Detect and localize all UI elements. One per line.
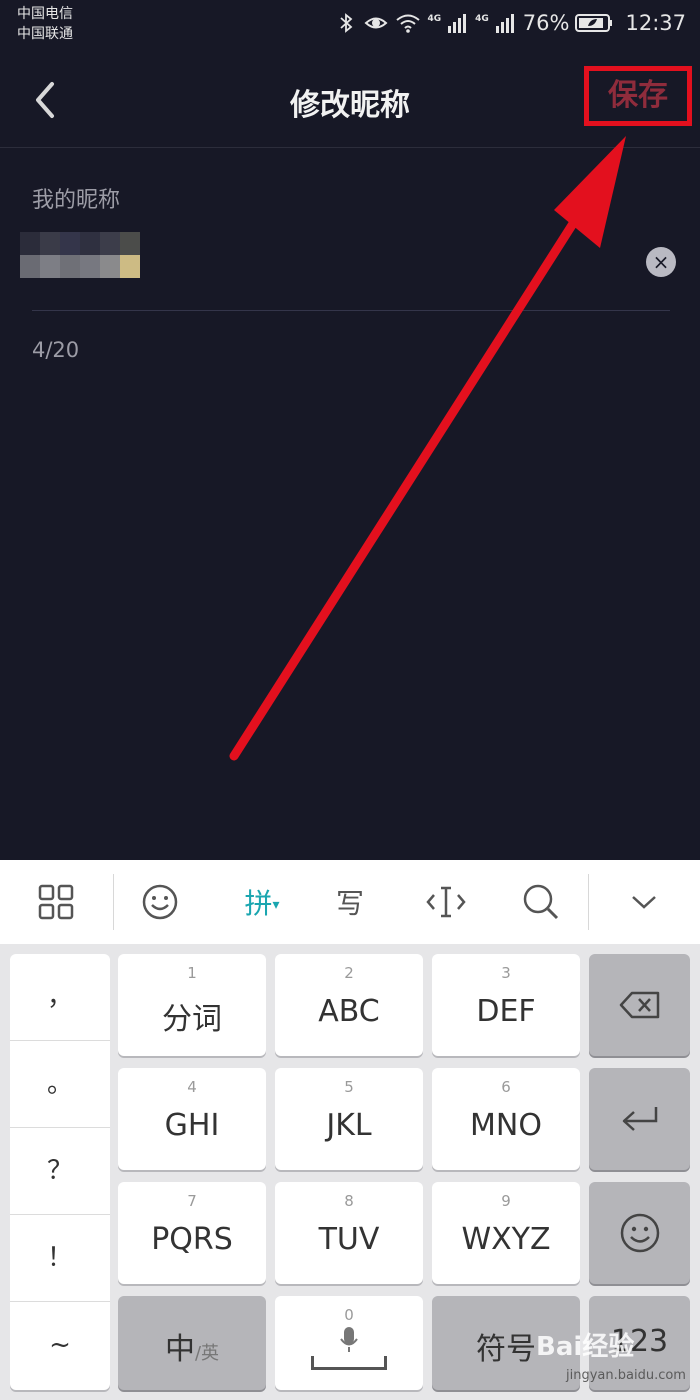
carrier-info: 中国电信 中国联通 xyxy=(17,4,73,44)
key-6[interactable]: 6 MNO xyxy=(432,1068,580,1170)
key-label: DEF xyxy=(476,994,536,1029)
smiley-icon xyxy=(142,884,178,920)
network-label-1: 4G xyxy=(427,13,442,24)
keyboard-toolbar: 拼▾ 写 xyxy=(0,860,700,944)
key-number: 6 xyxy=(501,1078,511,1096)
cursor-icon xyxy=(426,886,466,918)
lang-label: 中/英 xyxy=(118,1324,266,1368)
watermark-url: jingyan.baidu.com xyxy=(566,1368,686,1383)
eye-icon xyxy=(364,17,388,29)
pinyin-mode-button[interactable]: 拼▾ xyxy=(226,860,298,944)
watermark-logo: Bai经验 xyxy=(536,1332,635,1362)
key-number: 3 xyxy=(501,964,511,982)
character-counter: 4/20 xyxy=(32,338,80,362)
clock: 12:37 xyxy=(625,11,686,35)
dropdown-caret-icon: ▾ xyxy=(272,897,280,913)
carrier-2: 中国联通 xyxy=(17,26,73,42)
emoji-icon-wrap xyxy=(589,1182,690,1284)
key-9[interactable]: 9 WXYZ xyxy=(432,1182,580,1284)
key-label: 分词 xyxy=(162,1002,222,1037)
key-label: WXYZ xyxy=(461,1222,551,1257)
key-number: 1 xyxy=(187,964,197,982)
status-bar: 中国电信 中国联通 4G 4G 76% 12:37 xyxy=(0,0,700,50)
app-header: 修改昵称 保存 xyxy=(0,50,700,148)
key-3[interactable]: 3 DEF xyxy=(432,954,580,1056)
nickname-input[interactable] xyxy=(20,232,630,280)
grid-icon xyxy=(38,884,74,920)
enter-icon xyxy=(622,1107,657,1131)
key-7[interactable]: 7 PQRS xyxy=(118,1182,266,1284)
punctuation-key[interactable]: 。 xyxy=(10,1041,110,1128)
enter-key[interactable] xyxy=(589,1068,690,1170)
key-label: ABC xyxy=(318,994,380,1029)
toolbar-separator xyxy=(113,874,114,930)
cursor-move-button[interactable] xyxy=(410,860,482,944)
battery-percent: 76% xyxy=(522,11,570,35)
handwrite-button[interactable]: 写 xyxy=(314,860,386,944)
backspace-icon xyxy=(619,991,659,1019)
apps-grid-button[interactable] xyxy=(20,860,92,944)
search-icon xyxy=(523,884,559,920)
key-2[interactable]: 2 ABC xyxy=(275,954,423,1056)
punctuation-key[interactable]: ， xyxy=(10,954,110,1041)
space-key[interactable]: 0 xyxy=(275,1296,423,1390)
nickname-label: 我的昵称 xyxy=(32,188,121,213)
key-label: GHI xyxy=(164,1108,220,1143)
key-number: 2 xyxy=(344,964,354,982)
signal-icon xyxy=(495,14,514,33)
hide-keyboard-button[interactable] xyxy=(608,860,680,944)
key-label: JKL xyxy=(326,1108,372,1143)
network-label-2: 4G xyxy=(475,13,489,24)
handwrite-label: 写 xyxy=(335,887,364,920)
punctuation-key[interactable]: ！ xyxy=(10,1215,110,1302)
chevron-down-icon xyxy=(632,896,656,909)
wifi-icon xyxy=(396,14,421,33)
input-divider xyxy=(32,310,670,311)
key-number: 9 xyxy=(501,1192,511,1210)
key-label: TUV xyxy=(318,1222,380,1257)
space-bar-icon xyxy=(311,1356,387,1370)
network-type-1: 4G xyxy=(427,14,441,33)
save-button[interactable]: 保存 xyxy=(584,66,692,126)
key-4[interactable]: 4 GHI xyxy=(118,1068,266,1170)
backspace-key[interactable] xyxy=(589,954,690,1056)
search-button[interactable] xyxy=(505,860,577,944)
key-number: 8 xyxy=(344,1192,354,1210)
punctuation-column: ， 。 ？ ！ ~ xyxy=(10,954,110,1390)
key-number: 4 xyxy=(187,1078,197,1096)
key-8[interactable]: 8 TUV xyxy=(275,1182,423,1284)
key-number: 5 xyxy=(344,1078,354,1096)
clear-icon[interactable]: × xyxy=(646,247,676,277)
punctuation-key[interactable]: ~ xyxy=(10,1302,110,1389)
pinyin-label: 拼▾ xyxy=(244,882,279,922)
lang-sub: /英 xyxy=(194,1343,220,1364)
emoji-key[interactable] xyxy=(589,1182,690,1284)
bluetooth-icon xyxy=(340,13,353,33)
network-type-2: 4G xyxy=(475,14,489,33)
toolbar-separator xyxy=(588,874,589,930)
lang-main: 中 xyxy=(164,1332,195,1367)
key-label: PQRS xyxy=(151,1222,233,1257)
emoji-button[interactable] xyxy=(124,860,196,944)
smiley-icon xyxy=(620,1213,659,1253)
key-label: MNO xyxy=(470,1108,542,1143)
carrier-1: 中国电信 xyxy=(17,6,73,22)
lang-switch-key[interactable]: 中/英 xyxy=(118,1296,266,1390)
key-5[interactable]: 5 JKL xyxy=(275,1068,423,1170)
enter-icon-wrap xyxy=(589,1068,690,1170)
microphone-icon xyxy=(340,1327,358,1352)
key-number: 7 xyxy=(187,1192,197,1210)
status-icons: 4G 4G 76% 12:37 xyxy=(335,8,686,38)
pinyin-text: 拼 xyxy=(244,887,273,920)
backspace-icon-wrap xyxy=(589,954,690,1056)
signal-icon xyxy=(448,14,467,33)
key-number: 0 xyxy=(344,1306,354,1324)
blurred-nickname xyxy=(20,232,140,278)
battery-icon xyxy=(575,14,613,32)
punctuation-key[interactable]: ？ xyxy=(10,1128,110,1215)
key-1[interactable]: 1 分词 xyxy=(118,954,266,1056)
